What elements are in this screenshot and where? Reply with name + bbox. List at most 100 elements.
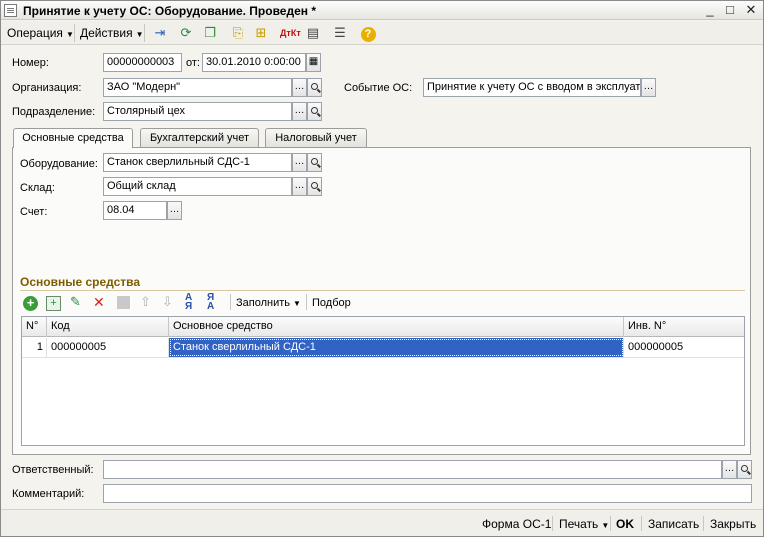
dropdown-arrow-icon: ▼ [135,30,144,39]
ellipsis-icon: … [294,105,305,116]
date-field[interactable]: 30.01.2010 0:00:00 [202,53,306,72]
bottom-divider [703,516,704,531]
title-bar: Принятие к учету ОС: Оборудование. Прове… [1,1,763,20]
organization-label: Организация: [12,82,82,94]
form-os1-button[interactable]: Форма ОС-1 [482,517,551,531]
toolbar: Операция ▼ Действия ▼ ⇥ ⟳ ❐ ⎘ ⊞ ДтКт ▤ ☰ ? [1,21,763,45]
tab-accounting[interactable]: Бухгалтерский учет [140,128,259,147]
event-select-button[interactable]: … [641,78,656,97]
close-button[interactable]: Закрыть [710,517,756,531]
help-icon[interactable]: ? [359,24,377,42]
equipment-label: Оборудование: [20,158,98,170]
assets-section-title: Основные средства [20,275,141,289]
organization-open-button[interactable] [307,78,322,97]
event-label: Событие ОС: [344,82,413,94]
responsible-open-button[interactable] [737,460,752,479]
print-menu-label: Печать [559,517,599,531]
document-window: Принятие к учету ОС: Оборудование. Прове… [0,0,764,537]
column-header-code[interactable]: Код [47,317,169,337]
ellipsis-icon: … [643,81,654,92]
search-icon [741,465,748,472]
calendar-button[interactable]: ▦ [306,53,321,72]
add-row-icon[interactable]: + [23,296,38,311]
comment-field[interactable] [103,484,752,503]
tab-fixed-assets[interactable]: Основные средства [13,128,133,148]
equipment-field[interactable]: Станок сверлильный СДС-1 [103,153,292,172]
ellipsis-icon: … [294,180,305,191]
sort-ascending-icon[interactable]: АЯ [185,293,192,312]
equipment-select-button[interactable]: … [292,153,307,172]
toolbar-divider [74,24,75,42]
ellipsis-icon: … [169,204,180,215]
warehouse-select-button[interactable]: … [292,177,307,196]
column-header-inventory[interactable]: Инв. N° [624,317,744,337]
department-field[interactable]: Столярный цех [103,102,292,121]
warehouse-open-button[interactable] [307,177,322,196]
dt-kt-icon[interactable]: ДтКт [280,24,301,42]
operation-menu[interactable]: Операция ▼ [7,26,74,40]
copy-row-icon[interactable]: + [46,296,61,311]
calendar-icon: ▦ [308,56,319,67]
row-number-cell[interactable]: 1 [22,338,47,357]
table-header: N° Код Основное средство Инв. N° [22,317,744,337]
responsible-select-button[interactable]: … [722,460,737,479]
fill-menu[interactable]: Заполнить ▼ [236,297,301,309]
delete-row-icon[interactable]: ✕ [93,294,105,311]
table-row[interactable]: 1 000000005 Станок сверлильный СДС-1 000… [22,338,744,358]
select-button[interactable]: Подбор [312,297,351,309]
save-button[interactable]: Записать [648,517,699,531]
tab-tax-accounting[interactable]: Налоговый учет [265,128,367,147]
number-field[interactable]: 00000000003 [103,53,182,72]
inventory-cell[interactable]: 000000005 [624,338,744,357]
department-select-button[interactable]: … [292,102,307,121]
dropdown-arrow-icon: ▼ [293,299,301,308]
warehouse-label: Склад: [20,182,55,194]
toolbar-divider [144,24,145,42]
actions-menu-label: Действия [80,26,133,40]
ellipsis-icon: … [724,463,735,474]
print-menu[interactable]: Печать ▼ [559,517,609,531]
department-label: Подразделение: [12,106,96,118]
column-header-asset[interactable]: Основное средство [169,317,624,337]
toolbar-divider [230,294,231,310]
responsible-label: Ответственный: [12,464,94,476]
asset-cell[interactable]: Станок сверлильный СДС-1 [169,338,624,357]
close-window-button[interactable]: ✕ [742,2,760,18]
code-cell[interactable]: 000000005 [47,338,169,357]
account-field[interactable]: 08.04 [103,201,167,220]
account-label: Счет: [20,206,48,218]
equipment-open-button[interactable] [307,153,322,172]
department-open-button[interactable] [307,102,322,121]
account-select-button[interactable]: … [167,201,182,220]
based-on-icon[interactable]: ⎘ [229,24,247,42]
ellipsis-icon: … [294,81,305,92]
ok-button[interactable]: OK [616,517,634,531]
sort-descending-icon[interactable]: ЯА [207,293,214,312]
actions-menu[interactable]: Действия ▼ [80,26,144,40]
move-down-icon[interactable]: ⇩ [162,294,173,310]
minimize-button[interactable]: _ [701,2,719,18]
maximize-button[interactable]: □ [721,2,739,18]
dropdown-arrow-icon: ▼ [65,30,74,39]
organization-field[interactable]: ЗАО "Модерн" [103,78,292,97]
copy-document-icon[interactable]: ❐ [201,24,219,42]
end-edit-icon[interactable] [117,296,130,309]
warehouse-field[interactable]: Общий склад [103,177,292,196]
list-view-icon[interactable]: ☰ [331,24,349,42]
refresh-icon[interactable]: ⟳ [177,24,195,42]
post-document-icon[interactable]: ⇥ [151,24,169,42]
search-icon [311,158,318,165]
report-icon[interactable]: ▤ [304,24,322,42]
search-icon [311,107,318,114]
search-icon [311,182,318,189]
date-label: от: [186,57,200,69]
move-up-icon[interactable]: ⇧ [140,294,151,310]
event-field[interactable]: Принятие к учету ОС с вводом в эксплуат [423,78,641,97]
structure-icon[interactable]: ⊞ [252,24,270,42]
edit-row-icon[interactable]: ✎ [70,294,81,310]
fill-menu-label: Заполнить [236,297,291,309]
column-header-n[interactable]: N° [22,317,47,337]
organization-select-button[interactable]: … [292,78,307,97]
responsible-field[interactable] [103,460,722,479]
bottom-divider [641,516,642,531]
